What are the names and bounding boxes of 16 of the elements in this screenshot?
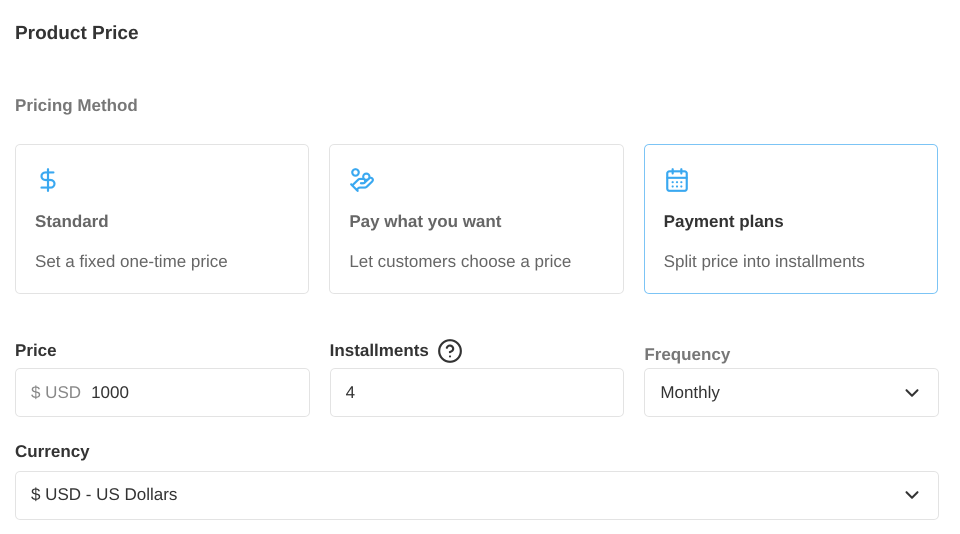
frequency-select[interactable]: Monthly [644, 368, 939, 417]
help-icon[interactable] [436, 338, 463, 364]
calendar-icon [664, 167, 690, 193]
field-label: Price [15, 340, 57, 362]
currency-select[interactable]: $ USD - US Dollars [15, 470, 939, 520]
installments-input-field[interactable]: 4 [330, 368, 624, 417]
field-label: Frequency [644, 344, 730, 364]
pricing-option-card[interactable]: Payment plans Split price into installments [644, 144, 938, 294]
pricing-option-card[interactable]: Standard Set a fixed one-time price [15, 144, 310, 294]
price-input-field[interactable]: $ USD 1000 [15, 368, 310, 417]
section-title: Product Price [15, 22, 139, 46]
field-label: Installments [330, 340, 429, 362]
pricing-option-card[interactable]: Pay what you want Let customers choose a price [329, 144, 624, 294]
hand-coins-icon [349, 167, 376, 193]
field-label: Pricing Method [15, 94, 138, 117]
field-label: Currency [15, 441, 90, 463]
